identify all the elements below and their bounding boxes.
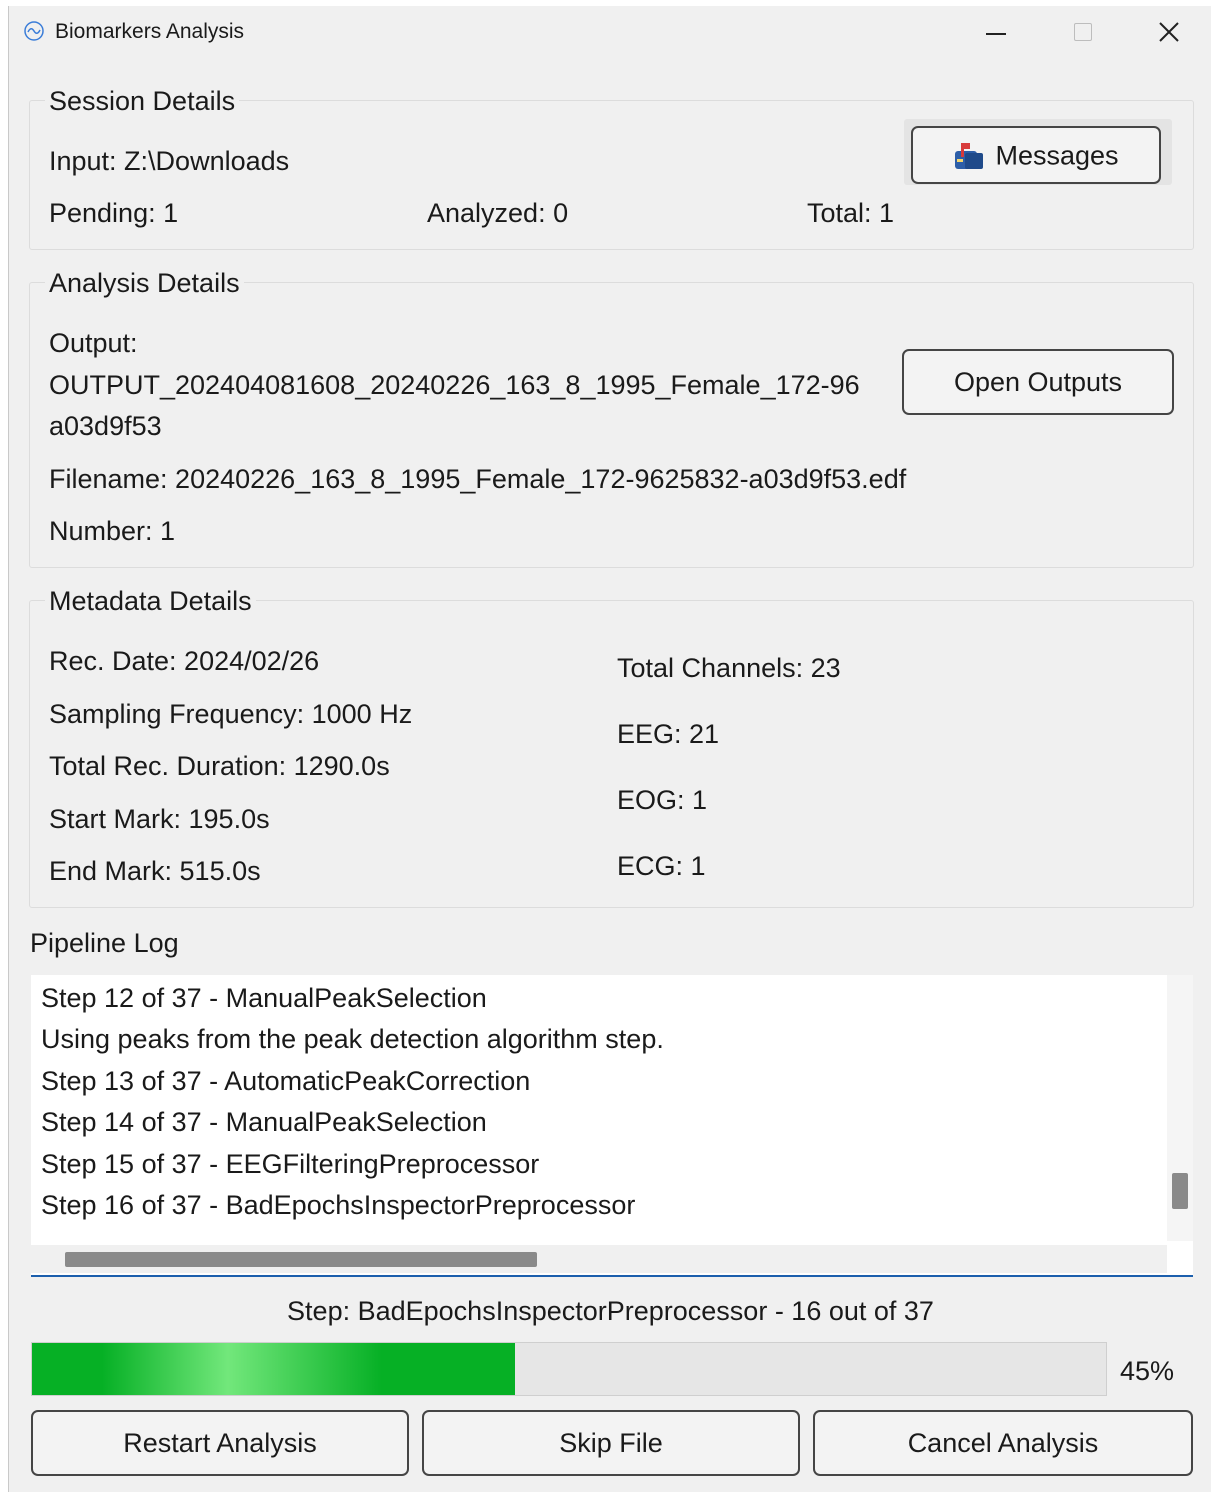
log-line: Step 12 of 37 - ManualPeakSelection xyxy=(41,983,487,1013)
current-step-label: Step: BadEpochsInspectorPreprocessor - 1… xyxy=(287,1296,934,1326)
progress-bar xyxy=(31,1342,1107,1396)
eeg-channels-label: EEG: 21 xyxy=(617,719,720,749)
start-mark-label: Start Mark: 195.0s xyxy=(49,804,270,834)
metadata-details-title: Metadata Details xyxy=(45,586,256,617)
cancel-analysis-button[interactable]: Cancel Analysis xyxy=(813,1410,1193,1476)
app-logo-icon xyxy=(24,21,44,41)
total-count: Total: 1 xyxy=(807,198,895,228)
pending-count: Pending: 1 xyxy=(49,198,179,228)
title-bar: Biomarkers Analysis xyxy=(9,6,1211,58)
skip-file-button[interactable]: Skip File xyxy=(422,1410,800,1476)
progress-bar-fill xyxy=(32,1343,516,1395)
open-outputs-button[interactable]: Open Outputs xyxy=(902,349,1174,415)
log-line: Using peaks from the peak detection algo… xyxy=(41,1024,664,1054)
log-horizontal-scrollbar[interactable] xyxy=(31,1245,1167,1273)
log-horizontal-scroll-thumb[interactable] xyxy=(65,1252,537,1267)
output-path-line2: a03d9f53 xyxy=(49,411,162,441)
mailbox-icon xyxy=(955,142,984,169)
rec-date-label: Rec. Date: 2024/02/26 xyxy=(49,646,320,676)
pipeline-log-title: Pipeline Log xyxy=(30,928,179,958)
total-duration-label: Total Rec. Duration: 1290.0s xyxy=(49,751,390,781)
minimize-button[interactable] xyxy=(975,14,1019,50)
eog-channels-label: EOG: 1 xyxy=(617,785,708,815)
messages-button[interactable]: Messages xyxy=(911,126,1161,184)
input-path-label: Input: Z:\Downloads xyxy=(49,146,290,176)
maximize-button[interactable] xyxy=(1061,14,1105,50)
progress-percent: 45% xyxy=(1120,1356,1175,1386)
filename-label: Filename: 20240226_163_8_1995_Female_172… xyxy=(49,464,907,494)
output-path-line1: OUTPUT_202404081608_20240226_163_8_1995_… xyxy=(49,370,860,400)
log-line: Step 14 of 37 - ManualPeakSelection xyxy=(41,1107,487,1137)
end-mark-label: End Mark: 515.0s xyxy=(49,856,261,886)
log-line: Step 16 of 37 - BadEpochsInspectorPrepro… xyxy=(41,1190,636,1220)
file-number-label: Number: 1 xyxy=(49,516,176,546)
close-button[interactable] xyxy=(1147,14,1191,50)
analysis-details-group xyxy=(29,282,1194,568)
analyzed-count: Analyzed: 0 xyxy=(427,198,569,228)
main-window: Biomarkers Analysis Session Details Inpu… xyxy=(8,6,1211,1492)
close-icon xyxy=(1159,22,1179,42)
total-channels-label: Total Channels: 23 xyxy=(617,653,841,683)
restart-analysis-button[interactable]: Restart Analysis xyxy=(31,1410,409,1476)
ecg-channels-label: ECG: 1 xyxy=(617,851,706,881)
log-line: Step 15 of 37 - EEGFilteringPreprocessor xyxy=(41,1149,540,1179)
log-vertical-scroll-thumb[interactable] xyxy=(1172,1173,1188,1209)
pipeline-log-textbox[interactable]: Step 12 of 37 - ManualPeakSelection Usin… xyxy=(31,975,1193,1277)
output-label: Output: xyxy=(49,328,138,358)
messages-button-frame: Messages xyxy=(904,119,1172,185)
window-title: Biomarkers Analysis xyxy=(55,20,245,43)
session-details-title: Session Details xyxy=(45,86,240,117)
log-line: Step 13 of 37 - AutomaticPeakCorrection xyxy=(41,1066,531,1096)
analysis-details-title: Analysis Details xyxy=(45,268,244,299)
messages-button-label: Messages xyxy=(995,140,1119,171)
progress-bar-glow xyxy=(102,1343,382,1395)
sampling-frequency-label: Sampling Frequency: 1000 Hz xyxy=(49,699,413,729)
log-vertical-scrollbar[interactable] xyxy=(1167,975,1193,1241)
